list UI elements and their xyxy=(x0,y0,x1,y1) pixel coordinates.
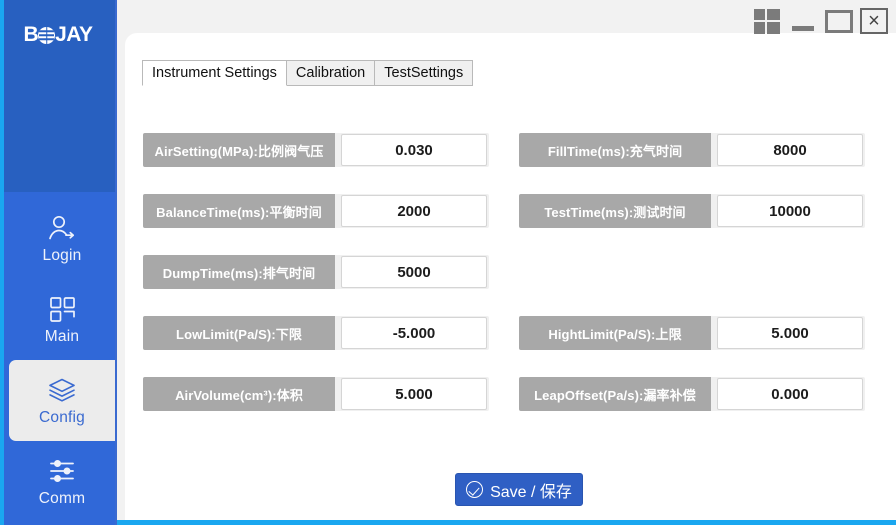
field-label: LeapOffset(Pa/s):漏率补偿 xyxy=(519,377,711,411)
window-controls: × xyxy=(753,4,888,38)
field-fill-time: FillTime(ms):充气时间 8000 xyxy=(519,133,869,194)
field-low-limit: LowLimit(Pa/S):下限 -5.000 xyxy=(143,316,493,377)
field-label: AirSetting(MPa):比例阀气压 xyxy=(143,133,335,167)
field-label: LowLimit(Pa/S):下限 xyxy=(143,316,335,350)
field-label: TestTime(ms):测试时间 xyxy=(519,194,711,228)
hight-limit-input[interactable]: 5.000 xyxy=(717,317,863,349)
tab-calibration[interactable]: Calibration xyxy=(286,60,375,86)
sidebar-item-login[interactable]: Login xyxy=(9,198,115,279)
check-circle-icon xyxy=(466,481,483,498)
balance-time-input[interactable]: 2000 xyxy=(341,195,487,227)
sidebar-item-label: Main xyxy=(45,329,79,345)
sidebar-accent-edge xyxy=(0,0,4,525)
field-placeholder-empty xyxy=(519,255,869,316)
settings-panel: Instrument Settings Calibration TestSett… xyxy=(125,33,896,520)
grid-icon xyxy=(45,294,79,324)
field-hight-limit: HightLimit(Pa/S):上限 5.000 xyxy=(519,316,869,377)
field-label: DumpTime(ms):排气时间 xyxy=(143,255,335,289)
grid-gap xyxy=(493,133,519,194)
fill-time-input[interactable]: 8000 xyxy=(717,134,863,166)
tab-label: Instrument Settings xyxy=(152,65,277,81)
grid-gap xyxy=(493,377,519,438)
field-label: HightLimit(Pa/S):上限 xyxy=(519,316,711,350)
field-label: FillTime(ms):充气时间 xyxy=(519,133,711,167)
tab-label: Calibration xyxy=(296,65,365,81)
save-button-label: Save / 保存 xyxy=(490,478,572,502)
minimize-icon[interactable] xyxy=(788,7,818,35)
field-label: AirVolume(cm³):体积 xyxy=(143,377,335,411)
application-window: B JAY Login xyxy=(0,0,896,525)
logo-text-left: B xyxy=(23,23,38,47)
tab-instrument-settings[interactable]: Instrument Settings xyxy=(142,60,287,86)
tab-test-settings[interactable]: TestSettings xyxy=(374,60,473,86)
user-login-icon xyxy=(45,213,79,243)
field-leap-offset: LeapOffset(Pa/s):漏率补偿 0.000 xyxy=(519,377,869,438)
test-time-input[interactable]: 10000 xyxy=(717,195,863,227)
windows-logo-icon xyxy=(753,7,781,35)
grid-gap xyxy=(493,316,519,377)
sidebar: B JAY Login xyxy=(0,0,115,525)
bojay-logo: B JAY xyxy=(8,22,108,48)
field-test-time: TestTime(ms):测试时间 10000 xyxy=(519,194,869,255)
sidebar-item-comm[interactable]: Comm xyxy=(9,441,115,522)
leap-offset-input[interactable]: 0.000 xyxy=(717,378,863,410)
content-area: × Instrument Settings Calibration TestSe… xyxy=(115,0,896,525)
save-button[interactable]: Save / 保存 xyxy=(455,473,583,506)
sidebar-item-label: Config xyxy=(39,410,85,426)
sidebar-item-label: Comm xyxy=(39,491,85,507)
field-air-volume: AirVolume(cm³):体积 5.000 xyxy=(143,377,493,438)
sidebar-item-config[interactable]: Config xyxy=(9,360,115,441)
air-volume-input[interactable]: 5.000 xyxy=(341,378,487,410)
tab-label: TestSettings xyxy=(384,65,463,81)
logo-text-right: JAY xyxy=(55,23,92,47)
field-dump-time: DumpTime(ms):排气时间 5000 xyxy=(143,255,493,316)
sidebar-item-label: Login xyxy=(43,248,82,264)
grid-gap xyxy=(493,255,519,316)
sidebar-item-main[interactable]: Main xyxy=(9,279,115,360)
tab-bar: Instrument Settings Calibration TestSett… xyxy=(142,59,472,86)
layers-icon xyxy=(45,375,79,405)
instrument-settings-form: AirSetting(MPa):比例阀气压 0.030 FillTime(ms)… xyxy=(143,133,895,438)
field-label: BalanceTime(ms):平衡时间 xyxy=(143,194,335,228)
bottom-accent-bar xyxy=(117,520,896,525)
sliders-icon xyxy=(45,456,79,486)
field-balance-time: BalanceTime(ms):平衡时间 2000 xyxy=(143,194,493,255)
field-air-setting: AirSetting(MPa):比例阀气压 0.030 xyxy=(143,133,493,194)
close-icon[interactable]: × xyxy=(860,8,888,34)
air-setting-input[interactable]: 0.030 xyxy=(341,134,487,166)
sidebar-nav: Login Main xyxy=(0,192,115,525)
grid-gap xyxy=(493,194,519,255)
sidebar-header: B JAY xyxy=(0,0,115,192)
maximize-icon[interactable] xyxy=(825,7,853,35)
globe-icon xyxy=(38,27,55,44)
low-limit-input[interactable]: -5.000 xyxy=(341,317,487,349)
dump-time-input[interactable]: 5000 xyxy=(341,256,487,288)
save-button-container: Save / 保存 xyxy=(125,473,896,506)
